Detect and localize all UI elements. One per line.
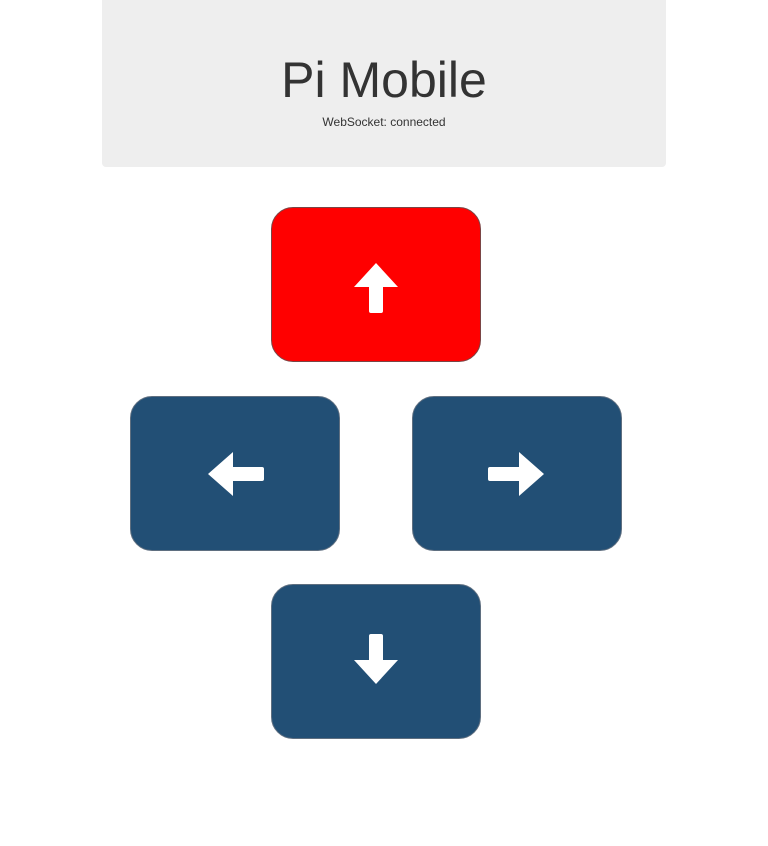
arrow-left-icon	[208, 451, 264, 496]
up-button[interactable]	[271, 207, 481, 362]
page-title: Pi Mobile	[281, 52, 487, 108]
websocket-status: WebSocket: connected	[322, 115, 446, 129]
app-header: Pi Mobile WebSocket: connected	[102, 0, 666, 167]
arrow-up-icon	[354, 262, 398, 313]
arrow-right-icon	[488, 451, 544, 496]
arrow-down-icon	[354, 633, 398, 684]
right-button[interactable]	[412, 396, 622, 551]
down-button[interactable]	[271, 584, 481, 739]
left-button[interactable]	[130, 396, 340, 551]
